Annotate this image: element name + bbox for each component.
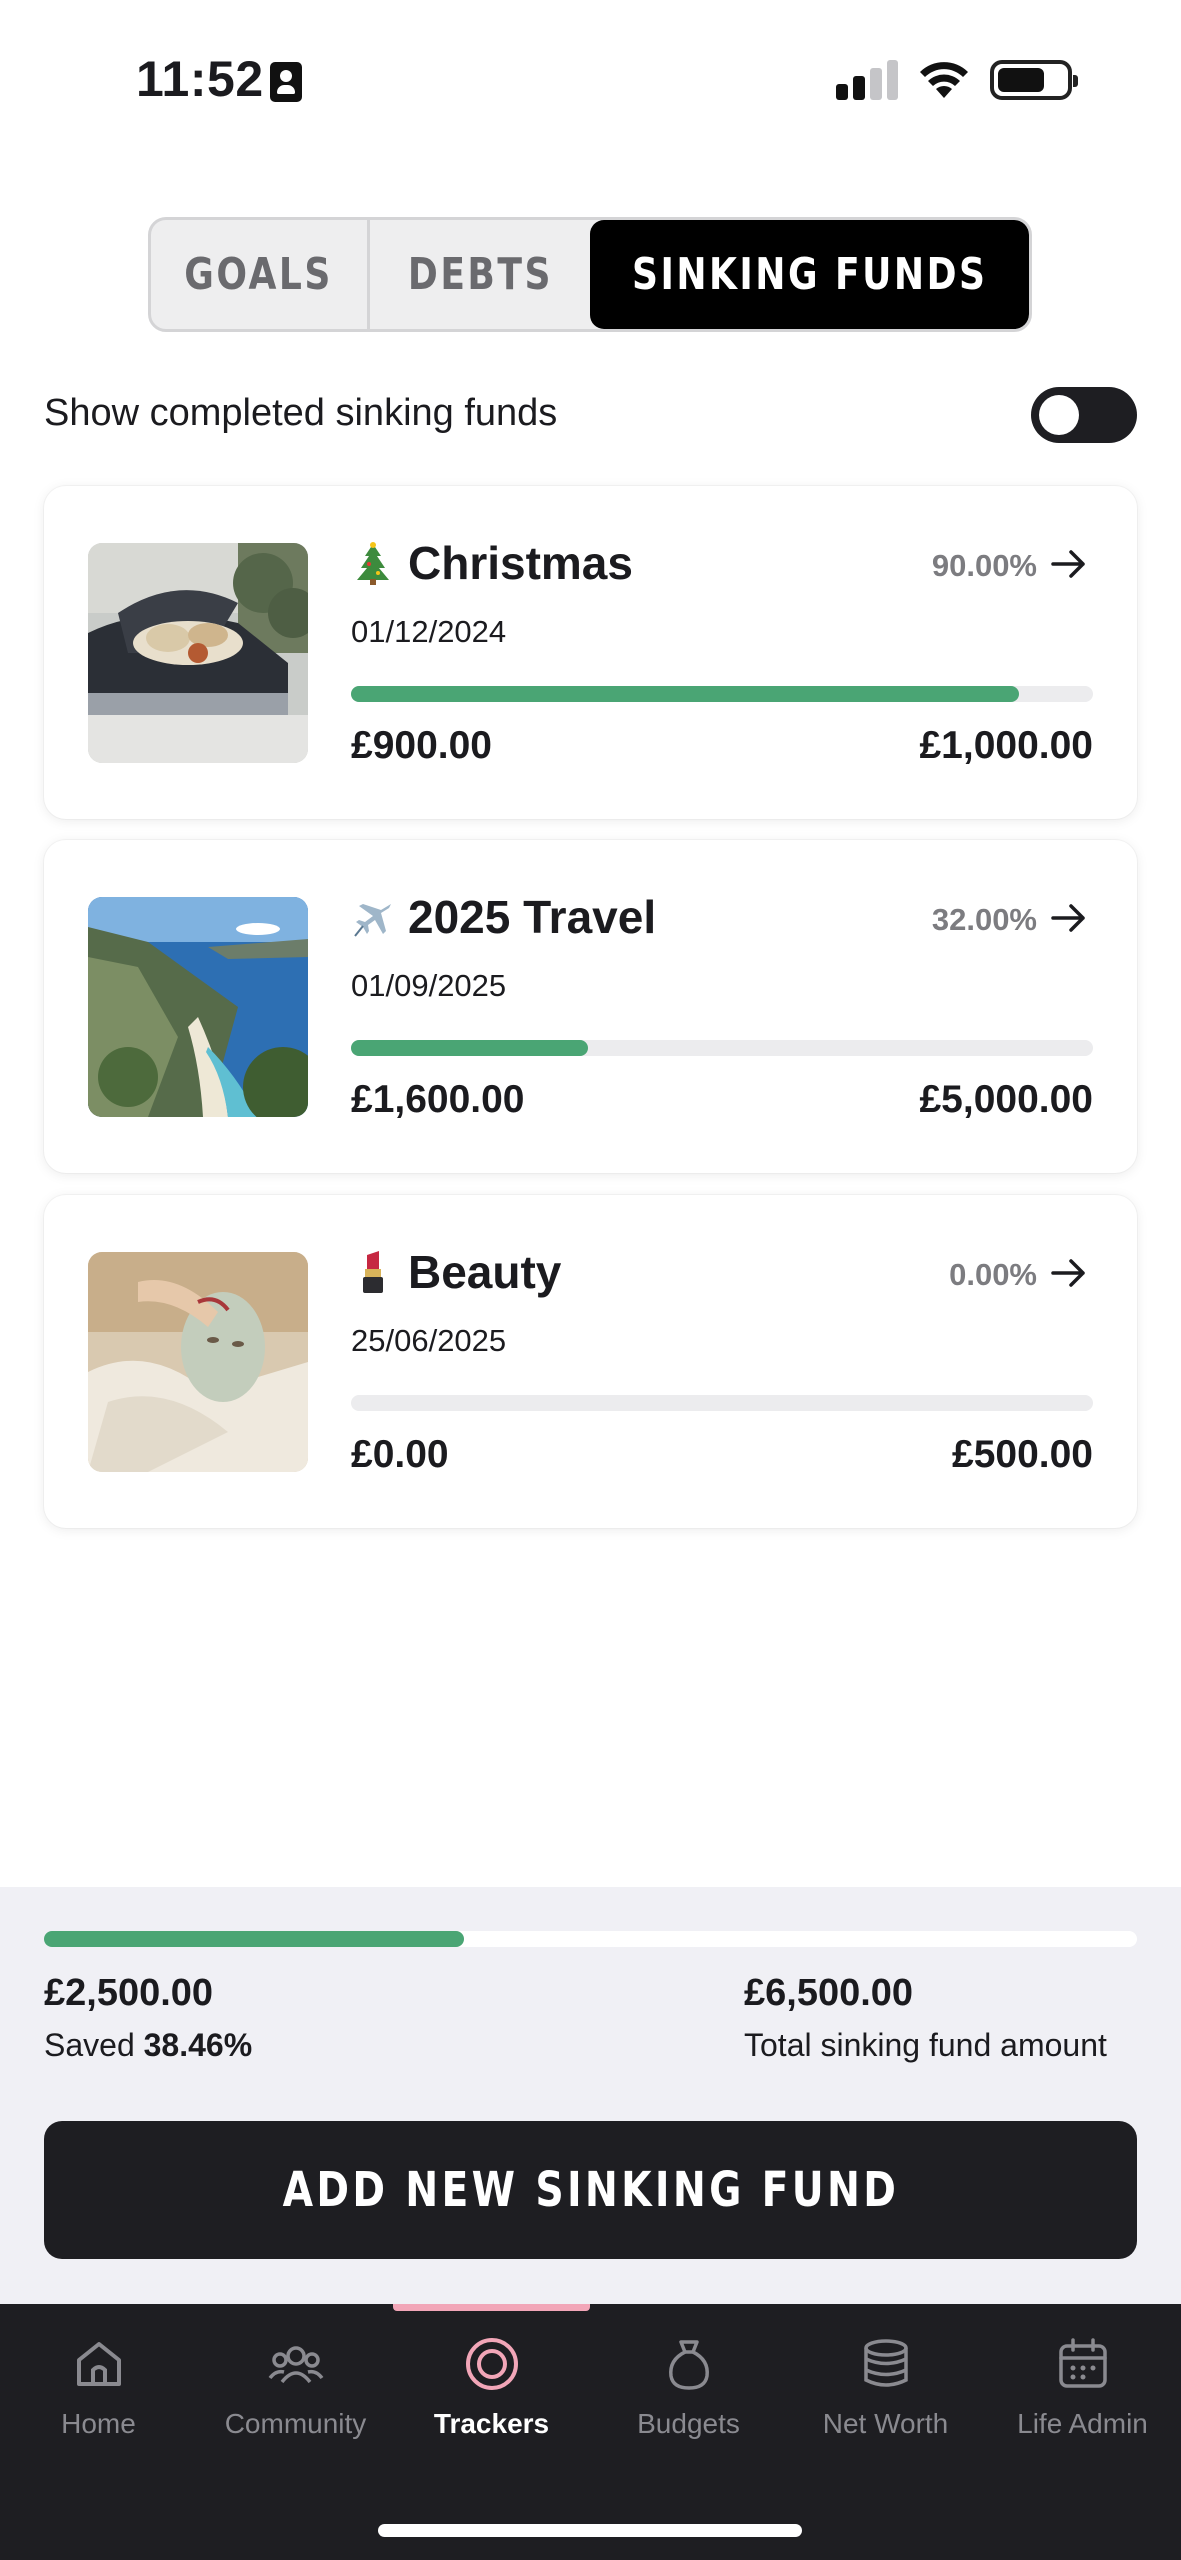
fund-date: 01/12/2024 [351, 614, 507, 649]
calendar-icon [1058, 2338, 1107, 2388]
add-sinking-fund-button[interactable]: ADD NEW SINKING FUND [44, 2121, 1137, 2259]
summary-saved-text: Saved [44, 2027, 135, 2063]
nav-home-label: Home [61, 2408, 136, 2439]
fund-saved-amount: £0.00 [351, 1433, 449, 1476]
nav-life-admin-label: Life Admin [1017, 2408, 1148, 2439]
fund-title: Christmas [408, 537, 633, 589]
summary-total-amount: £6,500.00 [744, 1972, 914, 2014]
fund-saved-amount: £900.00 [351, 724, 492, 767]
status-time: 11:52 [136, 51, 264, 107]
show-completed-label: Show completed sinking funds [44, 392, 558, 434]
sinking-funds-summary: £2,500.00 Saved 38.46% £6,500.00 Total s… [0, 1887, 1181, 2304]
fund-title: Beauty [408, 1246, 562, 1298]
sinking-fund-card[interactable]: Beauty 25/06/2025 0.00% £0.00 £500.00 [44, 1195, 1137, 1528]
fund-target-amount: £1,000.00 [919, 724, 1093, 767]
nav-community[interactable]: Community [197, 2334, 394, 2454]
fund-target-amount: £5,000.00 [919, 1078, 1093, 1121]
net-worth-icon [863, 2339, 908, 2387]
tab-goals-label: GOALS [184, 249, 334, 300]
fund-thumbnail [88, 1252, 308, 1472]
active-tab-indicator [393, 2304, 590, 2311]
fund-date: 25/06/2025 [351, 1323, 507, 1358]
nav-net-worth[interactable]: Net Worth [787, 2334, 984, 2454]
nav-trackers-label: Trackers [433, 2408, 550, 2439]
nav-trackers[interactable]: Trackers [393, 2334, 590, 2454]
wifi-icon [920, 62, 968, 98]
nav-budgets-label: Budgets [637, 2408, 740, 2439]
community-icon [268, 2346, 323, 2384]
contact-card-icon [270, 62, 302, 102]
sinking-fund-card[interactable]: Christmas 01/12/2024 90.00% £900.00 £1,0… [44, 486, 1137, 819]
bottom-nav: Home Community Trackers Budgets Net Wort… [0, 2304, 1181, 2560]
tab-sinking-funds-label: SINKING FUNDS [631, 249, 988, 300]
summary-total-label: Total sinking fund amount [744, 2027, 1107, 2063]
summary-progress-bar [44, 1931, 1137, 1947]
tracker-type-tabs: GOALS DEBTS SINKING FUNDS [148, 217, 1032, 332]
fund-percent: 90.00% [931, 548, 1037, 583]
home-icon [76, 2342, 121, 2386]
fund-progress-fill [351, 1040, 589, 1056]
fund-percent: 32.00% [931, 902, 1037, 937]
nav-net-worth-label: Net Worth [822, 2408, 949, 2439]
show-completed-toggle[interactable] [1031, 387, 1137, 443]
christmas-tree-icon [357, 542, 389, 585]
arrow-right-icon[interactable] [1049, 1253, 1089, 1293]
summary-saved-label: Saved 38.46% [44, 2027, 252, 2064]
coastal-beach-photo [88, 897, 308, 1117]
fund-progress-bar [351, 1395, 1093, 1411]
tab-debts-label: DEBTS [407, 249, 553, 300]
nav-life-admin[interactable]: Life Admin [984, 2334, 1181, 2454]
summary-saved-amount: £2,500.00 [44, 1972, 214, 2014]
airplane-icon [354, 904, 391, 937]
arrow-right-icon[interactable] [1049, 544, 1089, 584]
fund-percent: 0.00% [949, 1257, 1037, 1292]
budgets-icon [668, 2340, 709, 2390]
tab-sinking-funds[interactable]: SINKING FUNDS [590, 220, 1029, 329]
status-bar: 11:52 [0, 0, 1181, 160]
fund-date: 01/09/2025 [351, 968, 507, 1003]
face-mask-photo [88, 1252, 308, 1472]
toggle-knob [1039, 395, 1079, 435]
battery-icon [990, 60, 1078, 100]
summary-saved-percent: 38.46% [143, 2027, 253, 2063]
cellular-signal-icon [836, 60, 898, 100]
arrow-right-icon[interactable] [1049, 898, 1089, 938]
sinking-fund-card[interactable]: 2025 Travel 01/09/2025 32.00% £1,600.00 … [44, 840, 1137, 1173]
nav-budgets[interactable]: Budgets [590, 2334, 787, 2454]
tab-debts[interactable]: DEBTS [370, 220, 590, 329]
fund-thumbnail [88, 543, 308, 763]
fund-progress-fill [351, 686, 1019, 702]
fund-title: 2025 Travel [408, 891, 657, 943]
fund-thumbnail [88, 897, 308, 1117]
nav-home[interactable]: Home [0, 2334, 197, 2454]
fund-target-amount: £500.00 [952, 1433, 1093, 1476]
fund-saved-amount: £1,600.00 [351, 1078, 525, 1121]
summary-progress-fill [44, 1931, 465, 1947]
lipstick-icon [363, 1251, 383, 1293]
nav-community-label: Community [224, 2408, 367, 2439]
add-sinking-fund-label: ADD NEW SINKING FUND [282, 2162, 899, 2218]
fund-progress-bar [351, 686, 1093, 702]
trackers-icon [465, 2338, 518, 2390]
home-indicator [378, 2524, 802, 2537]
tab-goals[interactable]: GOALS [151, 220, 370, 329]
fund-progress-bar [351, 1040, 1093, 1056]
car-trunk-photo [88, 543, 308, 763]
